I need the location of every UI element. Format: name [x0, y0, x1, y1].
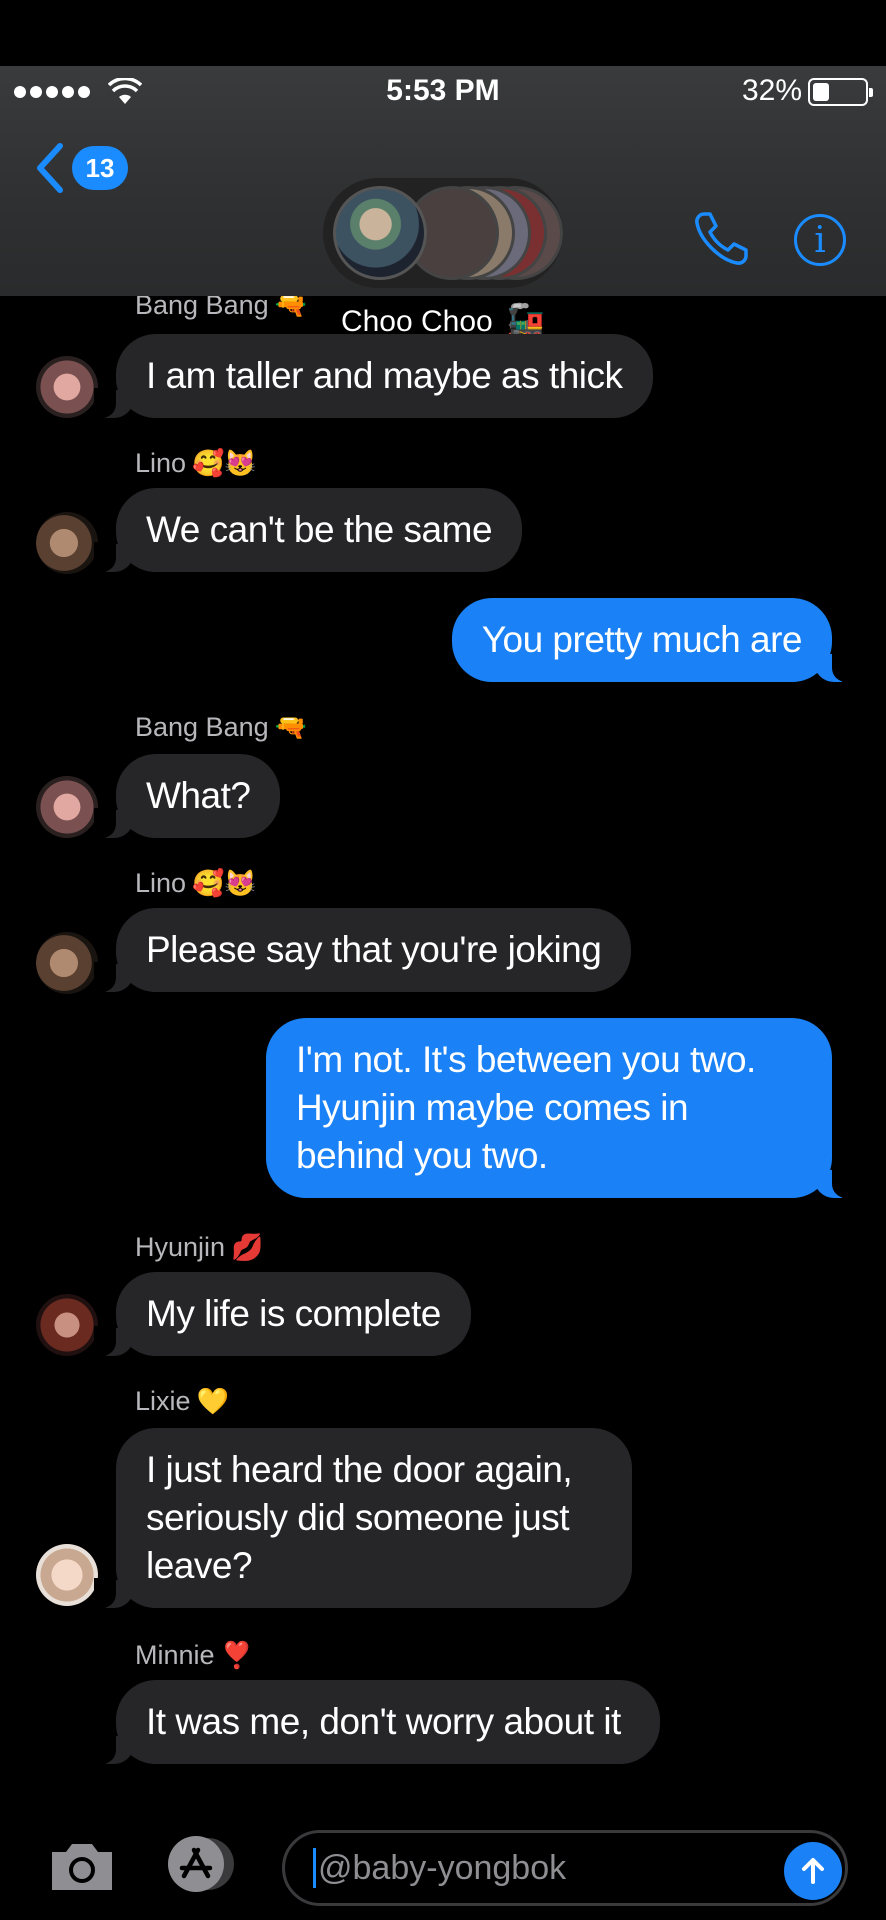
incoming-message[interactable]: We can't be the same [93, 488, 523, 573]
incoming-message[interactable]: I am taller and maybe as thick [94, 334, 653, 419]
message-input[interactable]: @baby-yongbok [282, 1830, 848, 1906]
battery-fill [813, 83, 829, 101]
incoming-message[interactable]: Please say that you're joking [93, 908, 632, 993]
top-black-bar [0, 0, 886, 66]
avatar[interactable] [36, 776, 98, 838]
send-button[interactable] [784, 1842, 842, 1900]
group-avatar-main [333, 186, 427, 280]
sender-name: Lino 🥰😻 [135, 868, 257, 898]
sender-name: Hyunjin 💋 [135, 1232, 264, 1262]
outgoing-message[interactable]: I'm not. It's between you two. Hyunjin m… [266, 1018, 854, 1199]
chevron-left-icon [37, 143, 63, 193]
message-list[interactable]: Bang Bang 🔫 I am taller and maybe as thic… [0, 296, 886, 1800]
sender-name: Lino 🥰😻 [135, 448, 257, 478]
sender-name: Minnie ❣️ [135, 1640, 253, 1670]
sender-name: Lixie 💛 [135, 1386, 229, 1416]
app-store-icon[interactable] [164, 1832, 240, 1896]
battery-percentage: 32% [741, 74, 802, 107]
sender-name: Bang Bang 🔫 [135, 296, 307, 320]
outgoing-message[interactable]: You pretty much are [451, 598, 855, 683]
avatar[interactable] [36, 1544, 98, 1606]
avatar[interactable] [36, 512, 98, 574]
compose-bar: @baby-yongbok [0, 1800, 886, 1920]
avatar[interactable] [36, 932, 98, 994]
battery-icon [808, 78, 873, 106]
incoming-message[interactable]: My life is complete [94, 1272, 471, 1357]
conversation-header: 5:53 PM 32% 13 Choo Choo 🚂 i [0, 66, 886, 341]
avatar[interactable] [36, 1294, 98, 1356]
sender-name: Bang Bang 🔫 [135, 712, 307, 742]
incoming-message[interactable]: What? [93, 754, 281, 839]
status-bar: 5:53 PM 32% [0, 66, 886, 122]
back-button[interactable]: 13 [32, 140, 128, 196]
arrow-up-icon [802, 1858, 824, 1884]
avatar[interactable] [36, 356, 98, 418]
incoming-message[interactable]: I just heard the door again, seriously d… [94, 1428, 632, 1609]
phone-icon[interactable] [690, 206, 754, 270]
incoming-message[interactable]: It was me, don't worry about it [94, 1680, 660, 1765]
unread-count-badge: 13 [72, 146, 128, 190]
info-button[interactable]: i [794, 214, 846, 266]
message-input-value: @baby-yongbok [318, 1848, 567, 1887]
camera-icon[interactable] [48, 1838, 116, 1894]
text-caret [313, 1848, 316, 1888]
info-icon: i [814, 219, 826, 261]
group-avatar-stack[interactable] [323, 178, 563, 288]
